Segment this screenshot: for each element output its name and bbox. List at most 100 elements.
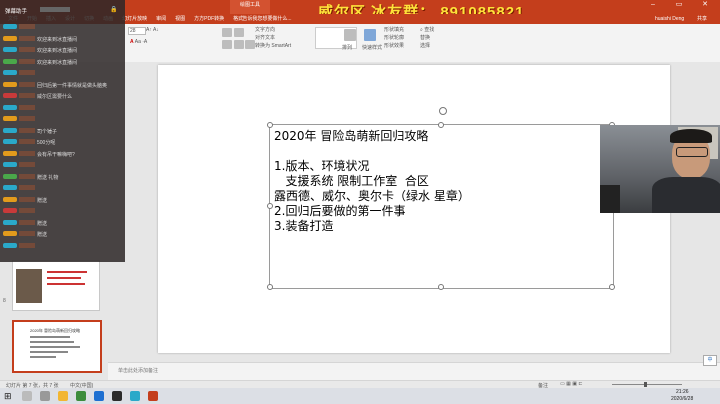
app-icon[interactable] xyxy=(76,391,86,401)
app-icon[interactable] xyxy=(130,391,140,401)
lock-icon[interactable]: 🔒 xyxy=(110,6,117,13)
tell-me-search[interactable]: ◌ 告诉我您想要做什么... xyxy=(238,14,298,24)
minimize-icon[interactable]: – xyxy=(640,1,666,8)
resize-handle-br[interactable] xyxy=(609,284,615,290)
chat-message: 赠送 xyxy=(3,196,47,204)
ribbon-tab[interactable]: 审阅 xyxy=(156,14,166,24)
arrange-icon[interactable] xyxy=(344,29,356,43)
chat-message: 欢迎来到冰直播间 xyxy=(3,35,78,43)
fan-badge xyxy=(3,58,17,64)
thumb-line xyxy=(30,346,80,348)
shape-effects-button[interactable]: 形状效果 xyxy=(384,42,404,49)
ribbon-tab[interactable]: 视图 xyxy=(175,14,185,24)
slide-line: 支援系统 限制工作室 合区 xyxy=(274,174,429,188)
app-icon[interactable] xyxy=(112,391,122,401)
font-size-box[interactable]: 28 xyxy=(128,27,146,35)
thumb-title: 2020年 冒险岛萌新回归攻略 xyxy=(30,328,81,333)
chat-username xyxy=(19,185,35,190)
app-icon[interactable] xyxy=(94,391,104,401)
rotate-handle[interactable] xyxy=(439,107,447,115)
search-icon[interactable] xyxy=(22,391,32,401)
chat-text: 司个锤子 xyxy=(37,128,58,135)
thumb-line xyxy=(47,277,81,279)
ime-indicator[interactable]: 中 xyxy=(703,355,717,366)
convert-smartart-button[interactable]: 转换为 SmartArt xyxy=(255,42,291,49)
font-grow-icon[interactable]: A↑ A↓ xyxy=(146,27,159,33)
shape-outline-button[interactable]: 形状轮廓 xyxy=(384,34,404,41)
find-button[interactable]: ⌕ 查找 xyxy=(420,26,434,33)
fan-badge xyxy=(3,139,17,144)
chat-message xyxy=(3,104,37,112)
user-name[interactable]: huaishi Deng xyxy=(655,14,684,24)
webcam-hair xyxy=(670,129,712,143)
chat-text: 回归后第一件事情就是做头脑奥 xyxy=(37,82,108,89)
resize-handle-top[interactable] xyxy=(438,122,444,128)
thumb-number-8: 8 xyxy=(3,298,6,304)
align-text-button[interactable]: 对齐文本 xyxy=(255,34,275,41)
replace-label: 替换 xyxy=(420,35,431,41)
notes-placeholder: 单击此处添加备注 xyxy=(118,368,159,374)
select-label: 选择 xyxy=(420,43,431,49)
zoom-slider[interactable] xyxy=(612,384,682,385)
view-buttons[interactable]: ▭ ▦ ▣ ⊏ xyxy=(560,381,583,387)
ribbon-tab[interactable]: 幻灯片放映 xyxy=(122,14,147,24)
replace-button[interactable]: 替换 xyxy=(420,34,430,41)
chat-message xyxy=(3,116,37,123)
explorer-icon[interactable] xyxy=(58,391,68,401)
font-color-icon[interactable]: A Aa ·A xyxy=(130,39,147,45)
chat-text: 欢迎来到冰直播间 xyxy=(37,59,78,66)
powerpoint-icon[interactable] xyxy=(148,391,158,401)
resize-handle-bottom[interactable] xyxy=(438,284,444,290)
fan-badge xyxy=(3,185,17,190)
clock-date[interactable]: 2020/6/28 xyxy=(671,396,693,402)
chat-message: 赠送 xyxy=(3,231,47,238)
slide-thumbnail-6[interactable] xyxy=(12,260,100,311)
fan-badge xyxy=(3,47,17,52)
chat-username xyxy=(19,35,35,41)
resize-handle-tl[interactable] xyxy=(267,122,273,128)
text-direction-button[interactable]: 文字方向 xyxy=(255,26,275,33)
chat-username xyxy=(19,150,35,156)
share-button[interactable]: 共享 xyxy=(697,14,707,24)
close-icon[interactable]: ✕ xyxy=(692,0,718,8)
maximize-icon[interactable]: ▭ xyxy=(666,0,692,8)
slide-line: 1.版本、环境状况 xyxy=(274,159,370,173)
chat-message xyxy=(3,162,37,169)
chat-username xyxy=(19,127,35,133)
chat-message: 欢迎来到冰直播间 xyxy=(3,58,78,66)
chat-username xyxy=(19,242,35,248)
select-button[interactable]: 选择 xyxy=(420,42,430,49)
chat-username xyxy=(19,173,35,179)
chat-title: 弹幕助手 xyxy=(5,9,28,15)
chat-tab[interactable] xyxy=(40,7,70,12)
fan-badge xyxy=(3,24,17,29)
chat-text: 欢迎来到冰直播间 xyxy=(37,36,78,43)
fan-badge xyxy=(3,93,17,98)
quick-styles-button: 快速样式 xyxy=(362,45,383,51)
task-view-icon[interactable] xyxy=(40,391,50,401)
clock-time[interactable]: 21:26 xyxy=(676,389,689,395)
start-icon[interactable]: ⊞ xyxy=(4,391,14,401)
chat-username xyxy=(19,219,35,225)
resize-handle-bl[interactable] xyxy=(267,284,273,290)
arrange-button: 排列 xyxy=(342,45,353,51)
fan-badge xyxy=(3,116,17,121)
chat-message xyxy=(3,185,37,192)
thumb-line xyxy=(30,336,70,338)
quick-styles-icon[interactable] xyxy=(364,29,376,43)
slide-thumbnail-7[interactable]: 2020年 冒险岛萌新回归攻略 xyxy=(12,320,102,373)
ribbon-tab[interactable]: 方方PDF转换 xyxy=(194,14,224,24)
chat-username xyxy=(19,231,35,236)
chat-username xyxy=(19,81,35,87)
slide-line: 3.装备打造 xyxy=(274,219,334,233)
zoom-thumb[interactable] xyxy=(644,382,647,387)
fan-badge xyxy=(3,35,17,41)
slide-text[interactable]: 2020年 冒险岛萌新回归攻略 1.版本、环境状况 支援系统 限制工作室 合区 … xyxy=(274,129,604,234)
bullets-icon[interactable] xyxy=(222,28,244,39)
resize-handle-left[interactable] xyxy=(267,203,273,209)
notes-pane[interactable]: 单击此处添加备注 xyxy=(108,362,720,381)
shape-fill-button[interactable]: 形状填充 xyxy=(384,26,404,33)
align-icon[interactable] xyxy=(222,40,256,51)
chat-message: 赠送 xyxy=(3,219,47,227)
webcam-glasses xyxy=(676,147,708,157)
